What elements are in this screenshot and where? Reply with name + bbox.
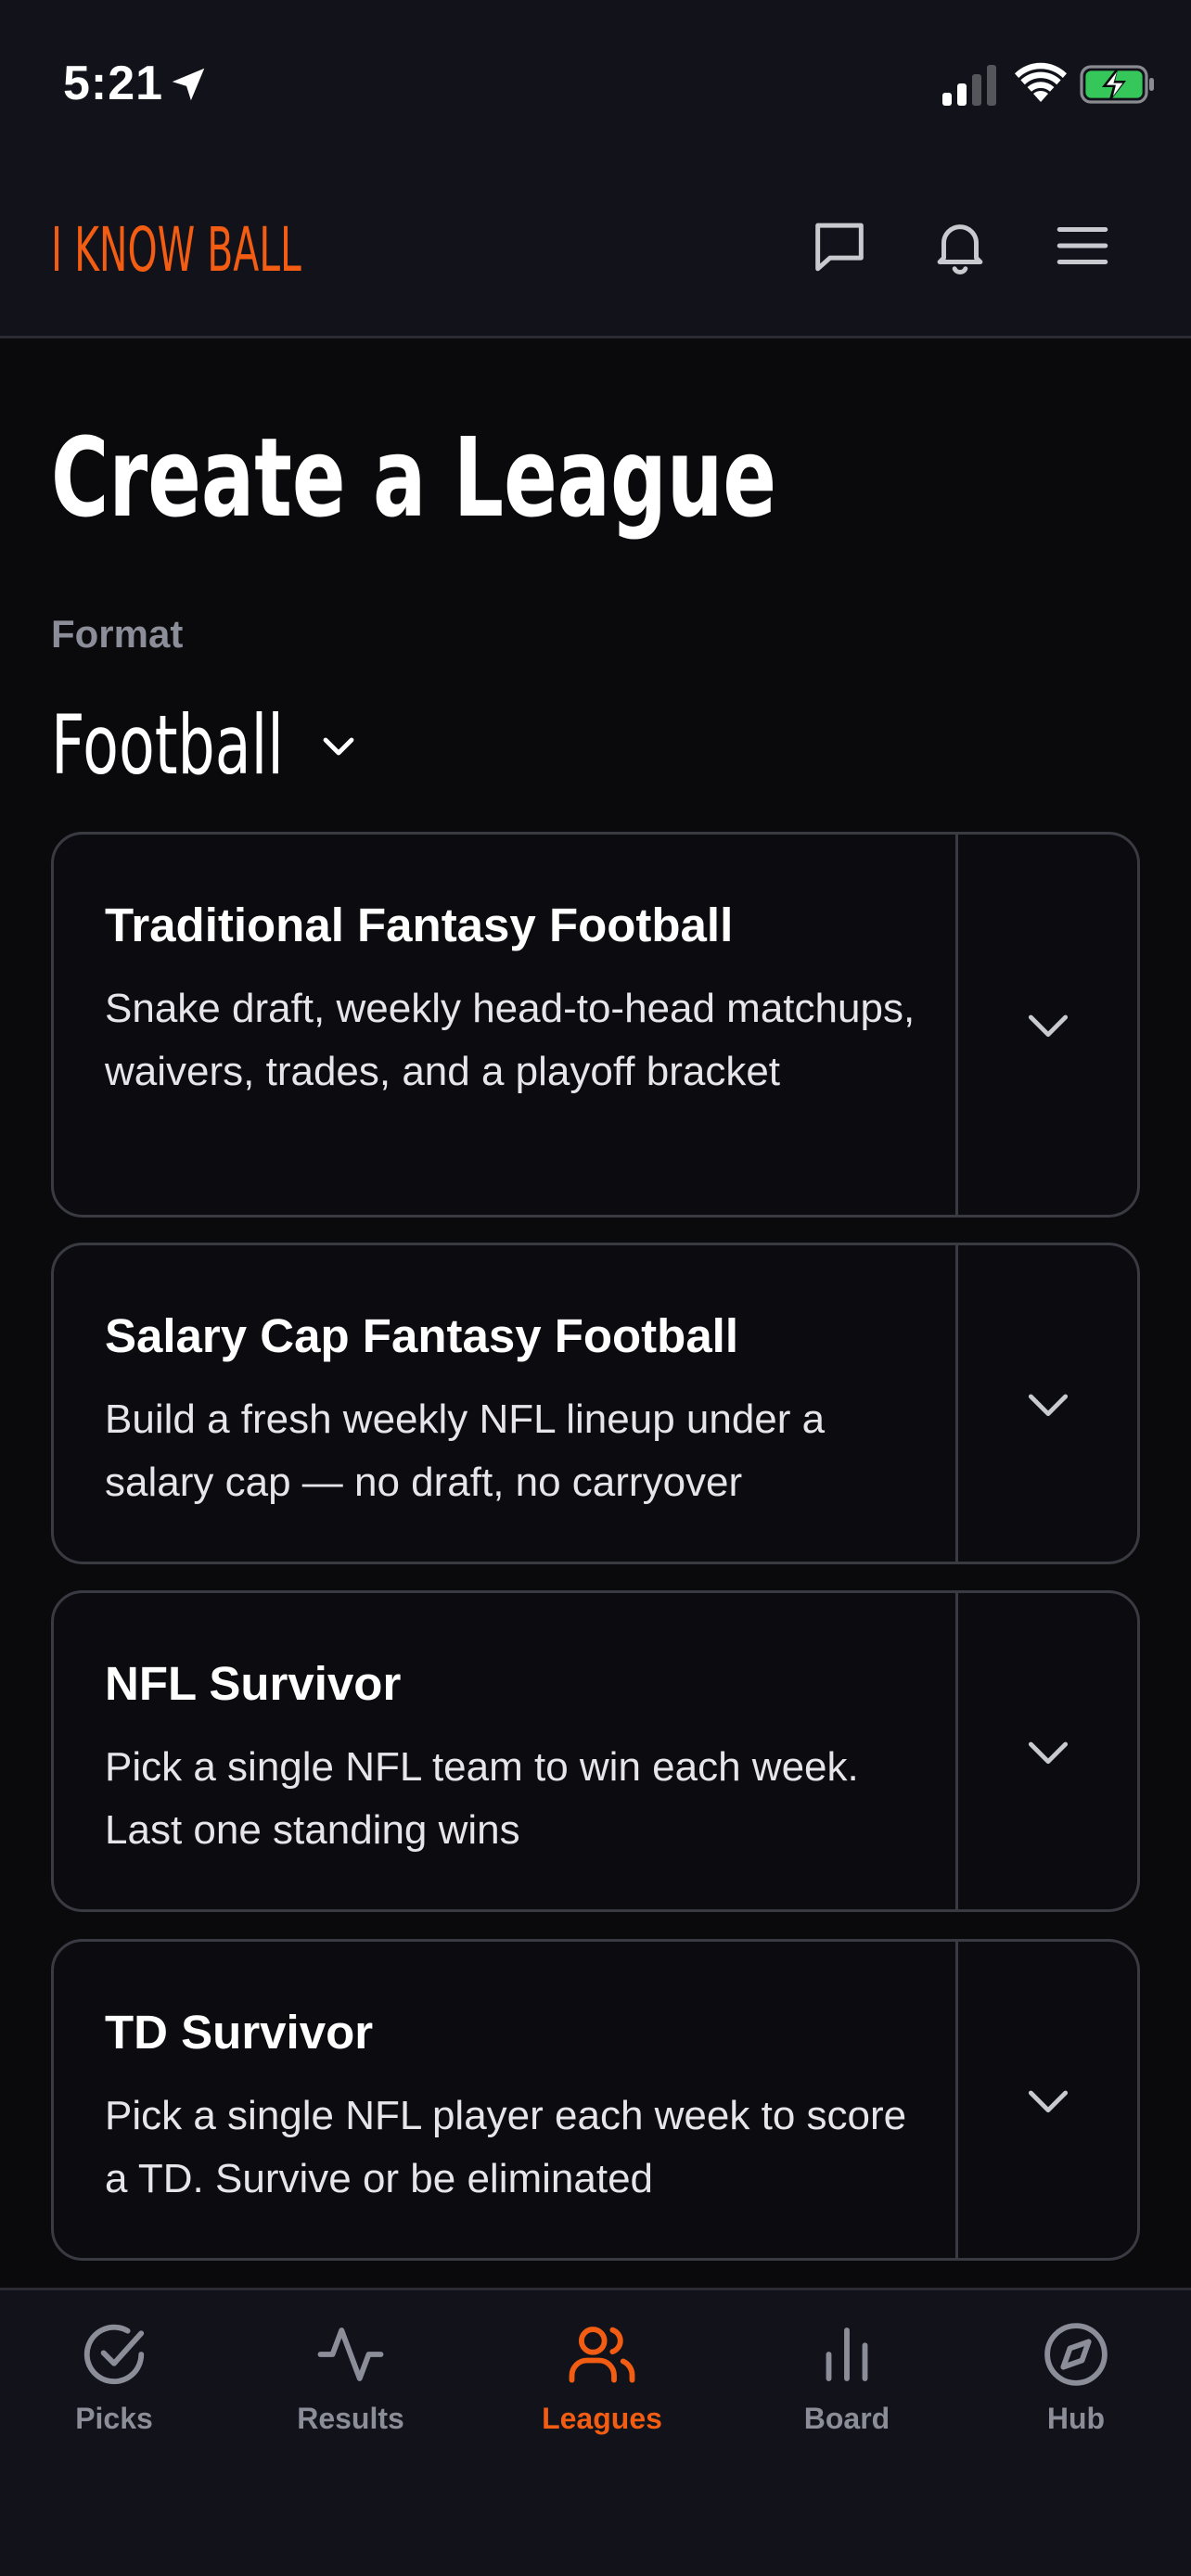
tab-label: Hub <box>1046 2402 1106 2435</box>
users-icon <box>569 2327 635 2383</box>
chevron-down-icon <box>1028 1394 1068 1416</box>
league-card-description: Pick a single NFL team to win each week.… <box>105 1744 859 1853</box>
battery-charging-icon <box>1080 65 1154 104</box>
league-card-title: TD Survivor <box>105 2006 374 2059</box>
bottom-tab-bar: Picks Results Leagues Board Hub <box>0 2288 1191 2576</box>
league-card-salary-cap-fantasy-football[interactable]: Salary Cap Fantasy Football Build a fres… <box>51 1243 1140 1564</box>
tab-label: Leagues <box>542 2402 662 2435</box>
league-card-description: Pick a single NFL player each week to sc… <box>105 2093 907 2201</box>
league-card-title: Traditional Fantasy Football <box>105 899 734 951</box>
location-arrow-icon <box>172 68 205 101</box>
format-label: Format <box>51 612 184 656</box>
activity-icon <box>317 2327 384 2381</box>
league-card-title: NFL Survivor <box>105 1657 402 1710</box>
league-card-description: Build a fresh weekly NFL lineup under a … <box>105 1396 826 1505</box>
wifi-icon <box>1015 62 1067 102</box>
expand-toggle[interactable] <box>958 835 1137 1215</box>
chevron-down-icon <box>1028 1014 1068 1038</box>
league-card-title: Salary Cap Fantasy Football <box>105 1309 739 1362</box>
expand-toggle[interactable] <box>958 1942 1137 2258</box>
chevron-down-icon <box>323 737 354 756</box>
format-value: Football <box>51 697 284 793</box>
chevron-down-icon <box>1028 2090 1068 2112</box>
compass-icon <box>1044 2323 1108 2386</box>
expand-toggle[interactable] <box>958 1593 1137 1909</box>
bar-chart-icon <box>826 2327 868 2381</box>
league-card-traditional-fantasy-football[interactable]: Traditional Fantasy Football Snake draft… <box>51 832 1140 1218</box>
league-card-description: Snake draft, weekly head-to-head matchup… <box>105 986 916 1094</box>
league-card-nfl-survivor[interactable]: NFL Survivor Pick a single NFL team to w… <box>51 1590 1140 1912</box>
chat-icon[interactable] <box>807 213 872 278</box>
hamburger-menu-icon[interactable] <box>1050 213 1115 278</box>
tab-picks[interactable]: Picks <box>31 2318 198 2457</box>
bell-icon[interactable] <box>928 213 992 278</box>
expand-toggle[interactable] <box>958 1245 1137 1562</box>
app-header: 5:21 I KNOW BALL <box>0 0 1191 338</box>
status-bar: 5:21 <box>0 0 1191 167</box>
tab-results[interactable]: Results <box>267 2318 434 2457</box>
tab-board[interactable]: Board <box>763 2318 930 2457</box>
tab-leagues[interactable]: Leagues <box>519 2318 685 2457</box>
check-circle-icon <box>83 2324 145 2385</box>
format-dropdown[interactable]: Football <box>51 699 361 792</box>
tab-label: Picks <box>75 2402 153 2435</box>
page-title: Create a League <box>51 414 776 542</box>
league-card-td-survivor[interactable]: TD Survivor Pick a single NFL player eac… <box>51 1939 1140 2261</box>
status-time: 5:21 <box>63 57 164 110</box>
tab-label: Results <box>297 2402 404 2435</box>
tab-label: Board <box>803 2402 890 2435</box>
chevron-down-icon <box>1028 1741 1068 1764</box>
app-logo[interactable]: I KNOW BALL <box>51 215 301 286</box>
cellular-signal-icon <box>942 65 996 106</box>
tab-hub[interactable]: Hub <box>992 2318 1159 2457</box>
